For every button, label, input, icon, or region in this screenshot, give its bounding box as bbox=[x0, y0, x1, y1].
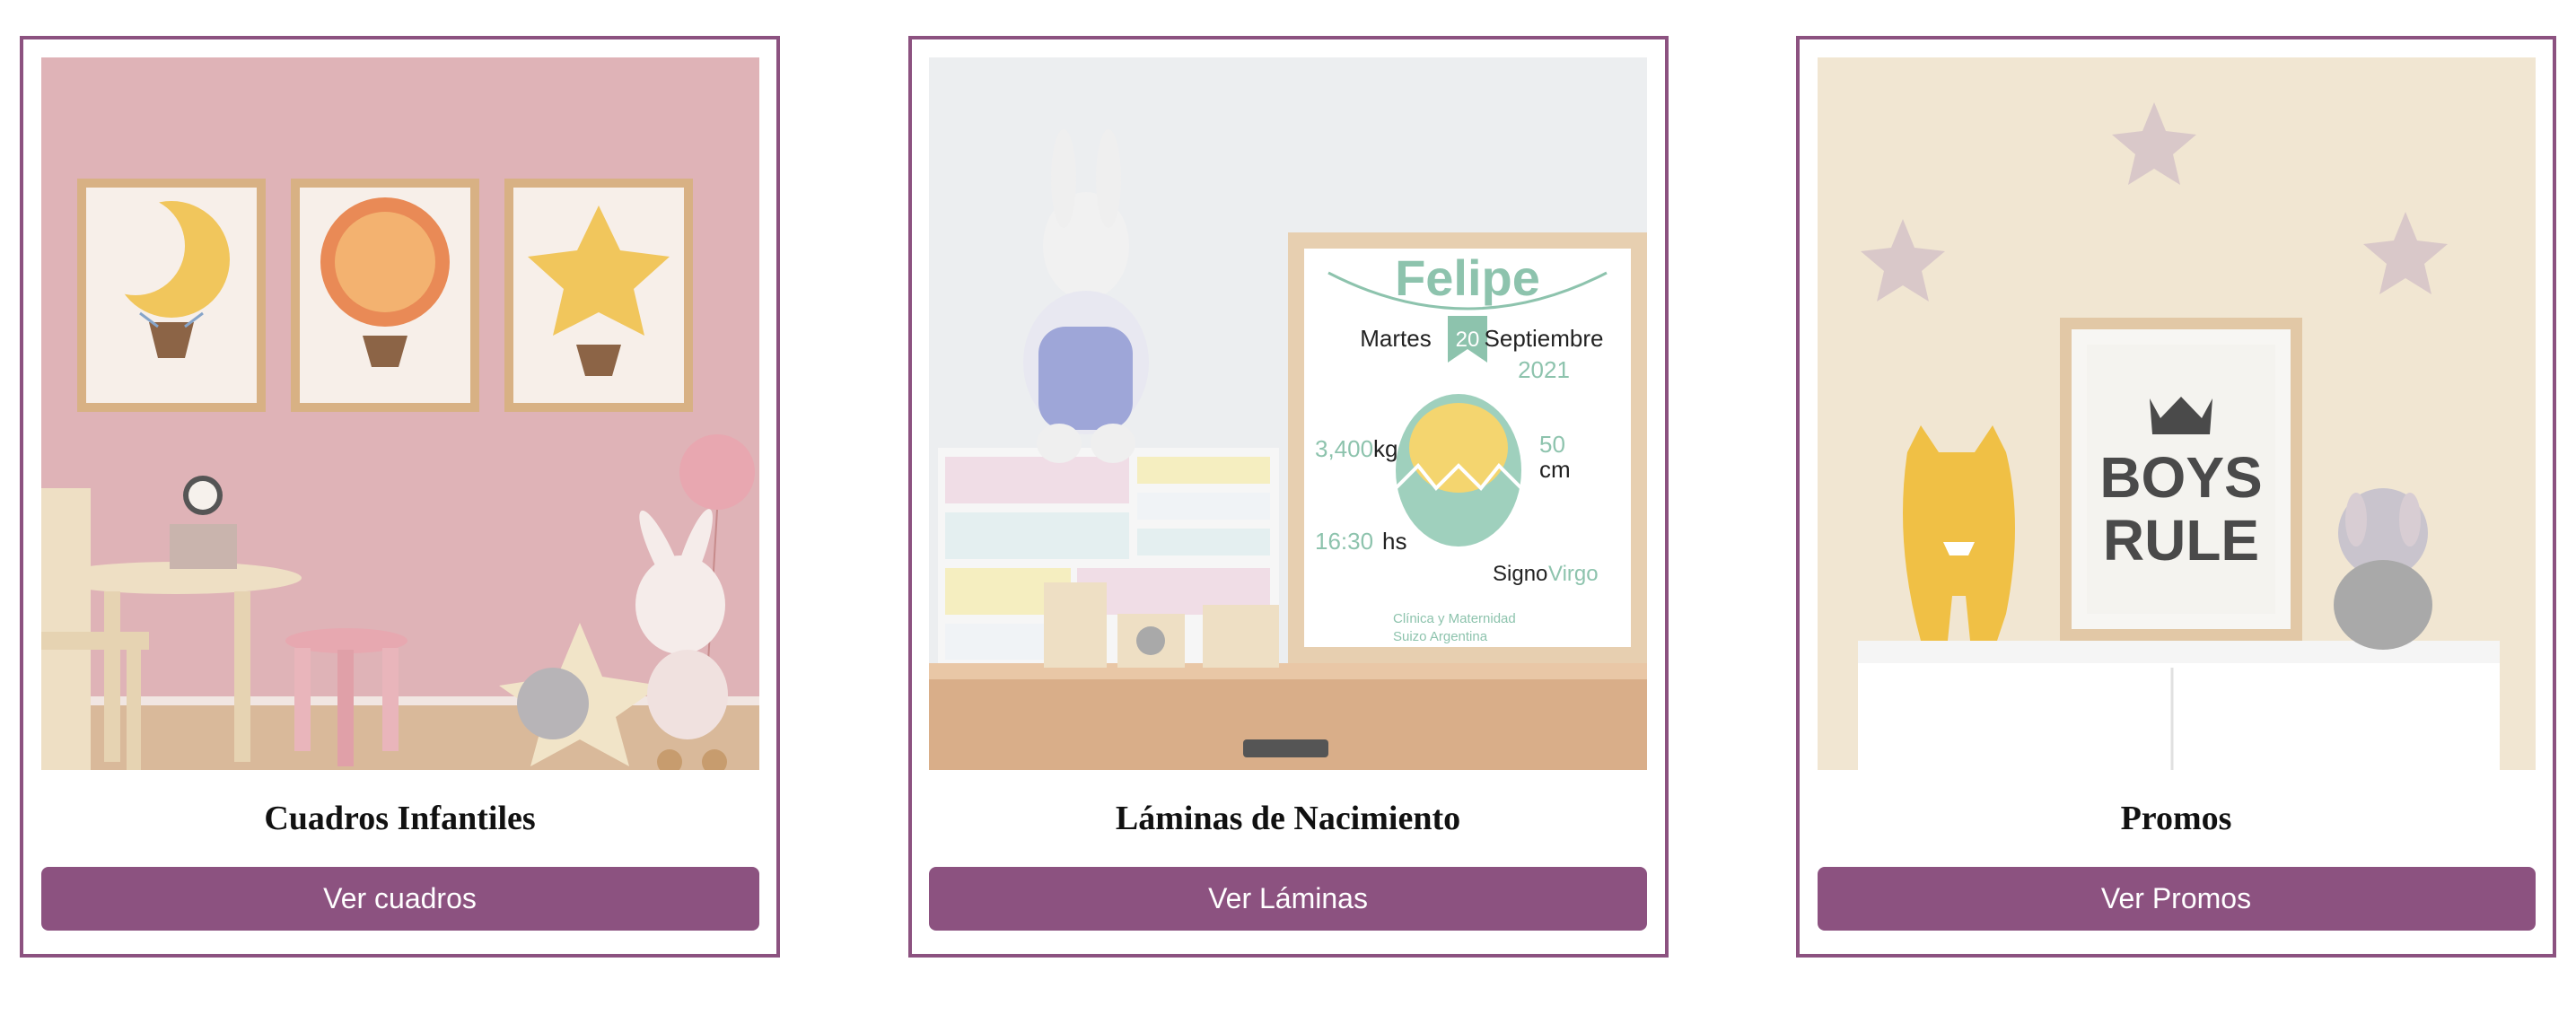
category-card-laminas: Felipe 20 Martes Septiembre 2021 3,400 k… bbox=[907, 36, 1669, 958]
svg-text:Clínica y Maternidad: Clínica y Maternidad bbox=[1393, 611, 1516, 626]
svg-text:cm: cm bbox=[1539, 456, 1571, 483]
card-image-laminas[interactable]: Felipe 20 Martes Septiembre 2021 3,400 k… bbox=[929, 57, 1647, 770]
svg-text:kg: kg bbox=[1373, 435, 1398, 462]
svg-text:2021: 2021 bbox=[1518, 356, 1570, 383]
category-card-promos: BOYS RULE Promos Ver Promos bbox=[1796, 36, 2556, 958]
category-grid: Cuadros Infantiles Ver cuadros Felipe 20… bbox=[20, 36, 2556, 958]
print-name-text: Felipe bbox=[1395, 249, 1540, 306]
boys-rule-illustration: BOYS RULE bbox=[1817, 57, 2536, 770]
svg-text:3,400: 3,400 bbox=[1315, 435, 1373, 462]
birth-print-illustration: Felipe 20 Martes Septiembre 2021 3,400 k… bbox=[929, 57, 1647, 770]
nursery-pink-illustration bbox=[40, 57, 759, 770]
svg-text:50: 50 bbox=[1539, 431, 1565, 458]
card-image-cuadros[interactable] bbox=[40, 57, 759, 770]
print-text-line1: BOYS bbox=[2099, 445, 2262, 510]
card-title: Promos bbox=[2120, 799, 2232, 837]
ver-promos-button[interactable]: Ver Promos bbox=[1817, 866, 2536, 931]
svg-text:Septiembre: Septiembre bbox=[1485, 325, 1604, 352]
ver-cuadros-button[interactable]: Ver cuadros bbox=[40, 866, 759, 931]
card-title: Láminas de Nacimiento bbox=[1115, 799, 1461, 837]
svg-text:Suizo Argentina: Suizo Argentina bbox=[1393, 629, 1488, 644]
svg-text:hs: hs bbox=[1382, 528, 1406, 555]
print-text-line2: RULE bbox=[2102, 508, 2258, 573]
svg-text:Signo: Signo bbox=[1493, 562, 1547, 586]
card-image-promos[interactable]: BOYS RULE bbox=[1817, 57, 2536, 770]
svg-text:Martes: Martes bbox=[1360, 325, 1431, 352]
card-title: Cuadros Infantiles bbox=[264, 799, 536, 837]
svg-text:Virgo: Virgo bbox=[1548, 562, 1599, 586]
category-card-cuadros: Cuadros Infantiles Ver cuadros bbox=[20, 36, 780, 958]
svg-text:20: 20 bbox=[1456, 328, 1480, 352]
ver-laminas-button[interactable]: Ver Láminas bbox=[929, 866, 1647, 931]
svg-text:16:30: 16:30 bbox=[1315, 528, 1373, 555]
